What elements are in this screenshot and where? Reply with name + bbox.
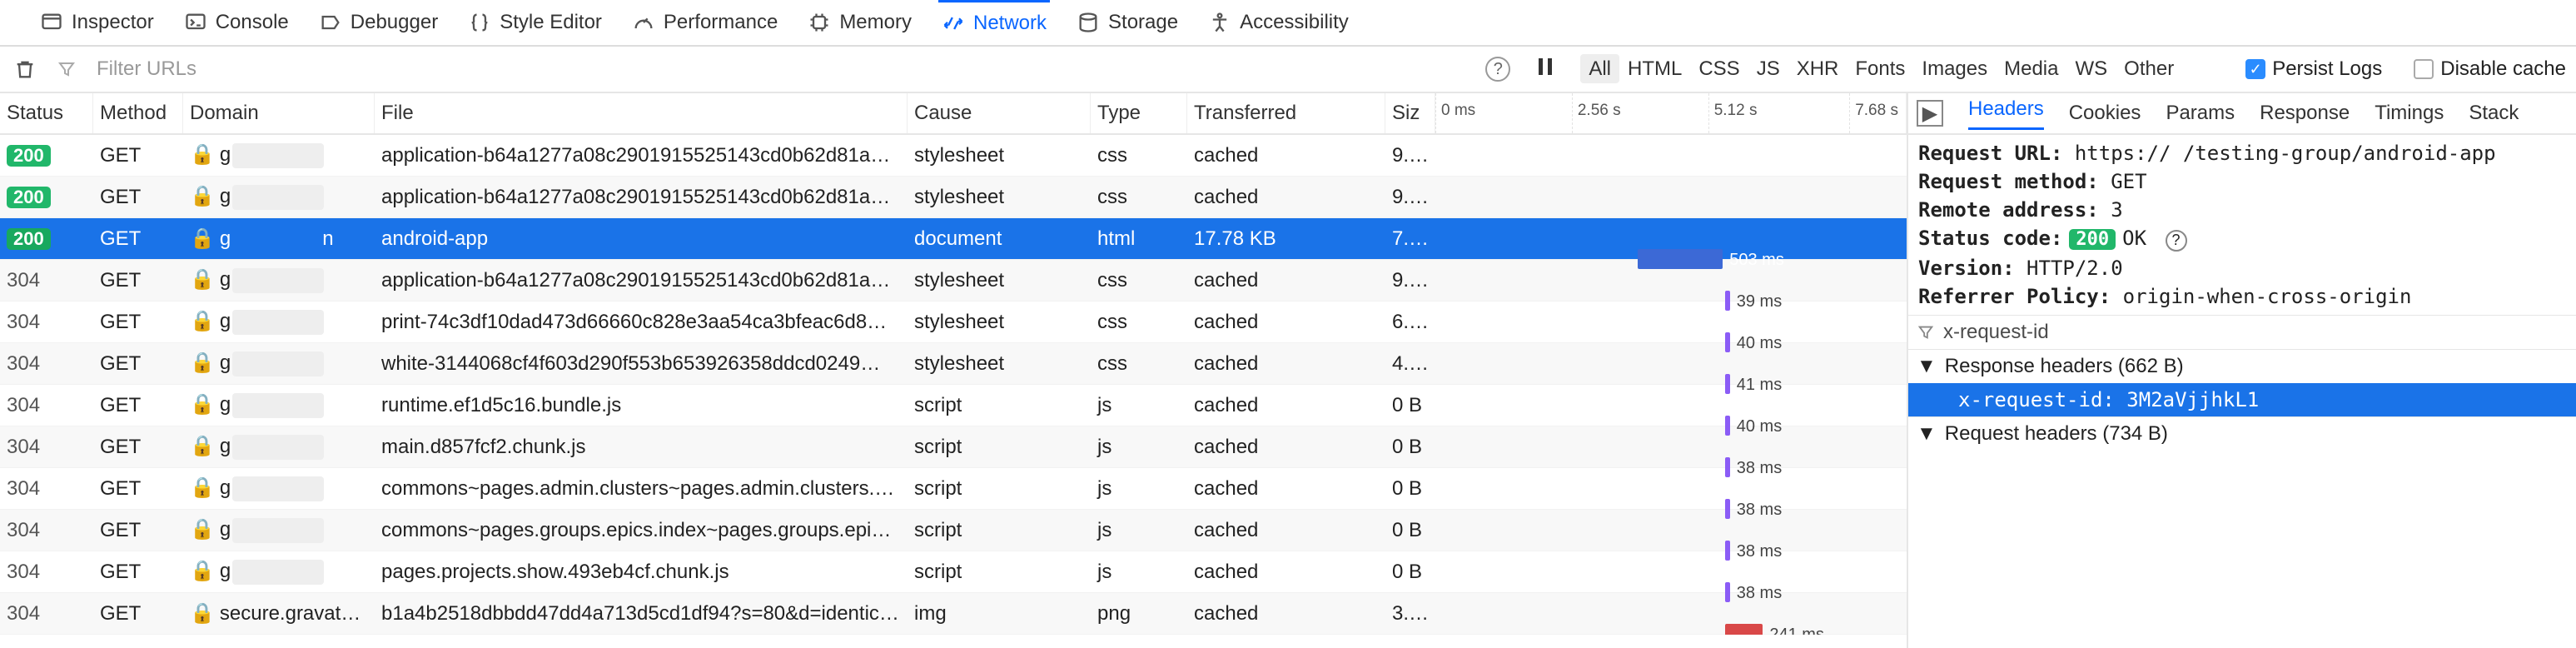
clear-icon[interactable] — [10, 54, 40, 84]
waterfall-bar: 39 ms — [1725, 291, 1730, 311]
lock-icon: 🔒 — [190, 602, 215, 625]
type-filter-xhr[interactable]: XHR — [1788, 54, 1847, 83]
toggle-raw-icon[interactable]: ▶ — [1917, 100, 1943, 127]
tab-storage[interactable]: Storage — [1073, 0, 1181, 45]
col-method[interactable]: Method — [93, 93, 183, 133]
request-row[interactable]: 304GET🔒gruntime.ef1d5c16.bundle.jsscript… — [0, 385, 1907, 426]
help-icon[interactable]: ? — [1485, 57, 1510, 82]
headers-filter-input[interactable]: x-request-id — [1908, 315, 2576, 349]
lock-icon: 🔒 — [190, 268, 215, 291]
rtab-timings[interactable]: Timings — [2375, 102, 2444, 125]
request-row[interactable]: 200GET🔒gnandroid-appdocumenthtml17.78 KB… — [0, 218, 1907, 260]
header-version: Version: HTTP/2.0 — [1918, 257, 2566, 280]
waterfall-bar: 241 ms — [1725, 624, 1763, 636]
waterfall-bar: 38 ms — [1725, 582, 1730, 602]
type-filter-images[interactable]: Images — [1913, 54, 1996, 83]
rtab-headers[interactable]: Headers — [1968, 97, 2044, 130]
request-row[interactable]: 304GET🔒secure.gravatar.…b1a4b2518dbbdd47… — [0, 593, 1907, 635]
col-cause[interactable]: Cause — [908, 93, 1091, 133]
lock-icon: 🔒 — [190, 518, 215, 541]
rtab-cookies[interactable]: Cookies — [2069, 102, 2141, 125]
waterfall-tick: 5.12 s — [1708, 93, 1758, 133]
type-filter-all[interactable]: All — [1580, 54, 1619, 83]
rtab-stack[interactable]: Stack — [2469, 102, 2519, 125]
pause-icon[interactable] — [1537, 57, 1554, 82]
lock-icon: 🔒 — [190, 476, 215, 499]
request-row[interactable]: 304GET🔒gprint-74c3df10dad473d66660c828e3… — [0, 302, 1907, 343]
col-type[interactable]: Type — [1091, 93, 1187, 133]
type-filter-ws[interactable]: WS — [2066, 54, 2116, 83]
request-row[interactable]: 200GET🔒gapplication-b64a1277a08c29019155… — [0, 177, 1907, 218]
lock-icon: 🔒 — [190, 185, 215, 207]
request-headers-section[interactable]: ▼Request headers (734 B) — [1908, 416, 2576, 451]
lock-icon: 🔒 — [190, 393, 215, 416]
request-row[interactable]: 304GET🔒gapplication-b64a1277a08c29019155… — [0, 260, 1907, 302]
header-match-row[interactable]: x-request-id: 3M2aVjjhkL1 — [1908, 383, 2576, 416]
header-status-code: Status code:200OK ? — [1918, 227, 2566, 252]
header-remote-address: Remote address: 3 — [1918, 198, 2566, 222]
lock-icon: 🔒 — [190, 310, 215, 332]
waterfall-bar: 40 ms — [1725, 332, 1730, 352]
type-filter-fonts[interactable]: Fonts — [1847, 54, 1913, 83]
col-status[interactable]: Status — [0, 93, 93, 133]
request-row[interactable]: 304GET🔒gwhite-3144068cf4f603d290f553b653… — [0, 343, 1907, 385]
col-file[interactable]: File — [375, 93, 908, 133]
persist-logs-checkbox[interactable]: ✓Persist Logs — [2245, 57, 2382, 81]
request-row[interactable]: 304GET🔒gcommons~pages.admin.clusters~pag… — [0, 468, 1907, 510]
request-row[interactable]: 304GET🔒gcommons~pages.groups.epics.index… — [0, 510, 1907, 551]
tab-console[interactable]: Console — [181, 0, 292, 45]
waterfall-bar: 41 ms — [1725, 374, 1730, 394]
tab-debugger[interactable]: Debugger — [316, 0, 441, 45]
lock-icon: 🔒 — [190, 435, 215, 457]
tab-inspector[interactable]: Inspector — [37, 0, 157, 45]
request-row[interactable]: 200GET🔒gapplication-b64a1277a08c29019155… — [0, 135, 1907, 177]
type-filter-html[interactable]: HTML — [1619, 54, 1690, 83]
tab-accessibility[interactable]: Accessibility — [1205, 0, 1352, 45]
header-request-url: Request URL: https:// /testing-group/and… — [1918, 142, 2566, 165]
waterfall-bar: 38 ms — [1725, 457, 1730, 477]
rtab-response[interactable]: Response — [2260, 102, 2350, 125]
response-headers-section[interactable]: ▼Response headers (662 B) — [1908, 349, 2576, 383]
lock-icon: 🔒 — [190, 351, 215, 374]
request-row[interactable]: 304GET🔒gmain.d857fcf2.chunk.jsscriptjsca… — [0, 426, 1907, 468]
header-request-method: Request method: GET — [1918, 170, 2566, 193]
type-filter-media[interactable]: Media — [1996, 54, 2066, 83]
waterfall-tick: 7.68 s — [1849, 93, 1898, 133]
waterfall-bar: 40 ms — [1725, 416, 1730, 436]
waterfall-bar: 38 ms — [1725, 541, 1730, 561]
filter-icon[interactable] — [52, 54, 82, 84]
request-row[interactable]: 304GET🔒gpages.projects.show.493eb4cf.chu… — [0, 551, 1907, 593]
type-filter-other[interactable]: Other — [2116, 54, 2182, 83]
disable-cache-checkbox[interactable]: Disable cache — [2414, 57, 2566, 81]
waterfall-bar: 503 ms — [1638, 249, 1723, 269]
filter-urls-input[interactable]: Filter URLs — [97, 57, 196, 81]
lock-icon: 🔒 — [190, 560, 215, 582]
rtab-params[interactable]: Params — [2166, 102, 2235, 125]
tab-performance[interactable]: Performance — [629, 0, 781, 45]
tab-network[interactable]: Network — [938, 0, 1050, 44]
lock-icon: 🔒 — [190, 227, 215, 250]
tab-memory[interactable]: Memory — [804, 0, 915, 45]
lock-icon: 🔒 — [190, 143, 215, 166]
col-domain[interactable]: Domain — [183, 93, 375, 133]
waterfall-tick: 2.56 s — [1572, 93, 1621, 133]
header-referrer-policy: Referrer Policy: origin-when-cross-origi… — [1918, 285, 2566, 308]
type-filter-css[interactable]: CSS — [1690, 54, 1748, 83]
info-icon[interactable]: ? — [2166, 230, 2187, 252]
type-filter-js[interactable]: JS — [1748, 54, 1788, 83]
tab-style-editor[interactable]: Style Editor — [465, 0, 605, 45]
col-transferred[interactable]: Transferred — [1187, 93, 1385, 133]
col-size[interactable]: Siz — [1385, 93, 1435, 133]
waterfall-bar: 38 ms — [1725, 499, 1730, 519]
col-waterfall[interactable]: 0 ms 2.56 s 5.12 s 7.68 s — [1435, 93, 1907, 133]
waterfall-tick: 0 ms — [1435, 93, 1475, 133]
